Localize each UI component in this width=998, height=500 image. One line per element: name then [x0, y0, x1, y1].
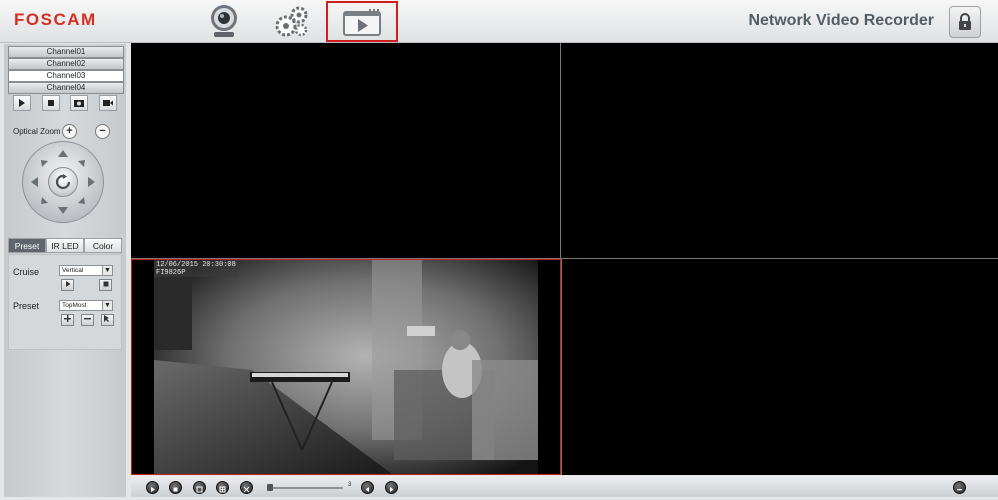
volume-slider-track[interactable] — [267, 487, 343, 489]
ptz-control-pad[interactable] — [22, 141, 104, 223]
gears-icon — [275, 6, 308, 37]
zoom-out-button[interactable]: − — [95, 124, 110, 139]
ptz-reset-button[interactable] — [48, 167, 78, 197]
preset-value: TopMost — [62, 302, 87, 309]
snapshot-icon — [74, 100, 85, 107]
quad-view-button[interactable] — [216, 481, 229, 494]
playback-button[interactable] — [326, 1, 398, 42]
stop-icon — [47, 100, 54, 106]
chevron-down-icon: ▼ — [102, 266, 112, 275]
cruise-value: Vertical — [62, 267, 84, 274]
next-button[interactable] — [385, 481, 398, 494]
chevron-left-icon — [365, 487, 369, 492]
playback-toolbar: 3 — [131, 476, 998, 497]
chevron-down-icon: ▼ — [102, 301, 112, 310]
video-grid: 12/06/2015 20:30:08 FI9826P — [131, 43, 998, 475]
system-button[interactable] — [953, 481, 966, 494]
previous-button[interactable] — [361, 481, 374, 494]
options-icon — [957, 489, 962, 491]
goto-preset-button[interactable] — [101, 314, 114, 326]
ptz-tabs: Preset IR LED Color — [8, 238, 122, 253]
video-cell-1[interactable] — [131, 43, 561, 259]
video-cell-2[interactable] — [561, 43, 998, 259]
tab-ir-led[interactable]: IR LED — [46, 238, 84, 253]
volume-value: 3 — [348, 482, 352, 488]
sidebar: Channel01 Channel02 Channel03 Channel04 … — [4, 44, 126, 497]
settings-button[interactable] — [262, 2, 322, 40]
volume-slider-thumb[interactable] — [267, 484, 273, 491]
snapshot-button[interactable] — [70, 95, 89, 111]
cruise-start-button[interactable] — [61, 279, 74, 291]
play-icon — [65, 281, 70, 287]
tab-color[interactable]: Color — [84, 238, 122, 253]
fullscreen-icon — [243, 486, 250, 493]
channel-controls — [8, 95, 122, 111]
preset-label: Preset — [13, 301, 40, 311]
zoom-in-button[interactable]: + — [62, 124, 77, 139]
channel-01[interactable]: Channel01 — [8, 46, 124, 58]
video-cell-4[interactable] — [561, 259, 998, 475]
stop-all-button[interactable] — [169, 481, 182, 494]
play-all-button[interactable] — [146, 481, 159, 494]
play-button[interactable] — [13, 95, 32, 111]
optical-zoom-label: Optical Zoom — [13, 127, 61, 136]
delete-preset-button[interactable] — [81, 314, 94, 326]
channel-04[interactable]: Channel04 — [8, 82, 124, 94]
osd-datetime: 12/06/2015 20:30:08 — [156, 261, 236, 269]
play-icon — [19, 99, 26, 107]
app-title: Network Video Recorder — [748, 12, 934, 29]
camera-icon — [211, 5, 237, 37]
cruise-select[interactable]: Vertical ▼ — [59, 265, 113, 276]
stop-button[interactable] — [41, 95, 60, 111]
single-layout-icon — [196, 486, 203, 493]
record-icon — [102, 100, 113, 106]
plus-icon — [64, 315, 71, 322]
cruise-label: Cruise — [13, 267, 40, 277]
stop-icon — [103, 281, 108, 287]
video-osd: 12/06/2015 20:30:08 FI9826P — [154, 261, 238, 277]
cursor-icon — [104, 315, 109, 322]
chevron-right-icon — [390, 487, 394, 492]
channel-03[interactable]: Channel03 — [8, 70, 124, 82]
cruise-stop-button[interactable] — [99, 279, 112, 291]
lock-icon — [959, 13, 971, 30]
stop-icon — [173, 487, 178, 492]
preset-panel: Cruise Vertical ▼ Preset TopMost ▼ — [8, 254, 122, 350]
quad-layout-icon — [219, 486, 226, 493]
live-view-button[interactable] — [194, 2, 254, 40]
tab-preset[interactable]: Preset — [8, 238, 46, 253]
lock-button[interactable] — [949, 6, 981, 38]
camera-feed-image — [132, 260, 560, 474]
play-icon — [151, 487, 155, 492]
preset-select[interactable]: TopMost ▼ — [59, 300, 113, 311]
foscam-logo: FOSCAM — [14, 10, 97, 29]
record-button[interactable] — [98, 95, 117, 111]
osd-camera-id: FI9826P — [156, 269, 186, 277]
rotate-icon — [55, 174, 71, 190]
single-view-button[interactable] — [193, 481, 206, 494]
video-cell-3[interactable]: 12/06/2015 20:30:08 FI9826P — [131, 259, 561, 475]
minus-icon — [84, 318, 91, 320]
add-preset-button[interactable] — [61, 314, 74, 326]
top-bar: FOSCAM Network Video Recorder — [0, 0, 998, 43]
fullscreen-button[interactable] — [240, 481, 253, 494]
play-icon — [343, 8, 381, 36]
channel-02[interactable]: Channel02 — [8, 58, 124, 70]
